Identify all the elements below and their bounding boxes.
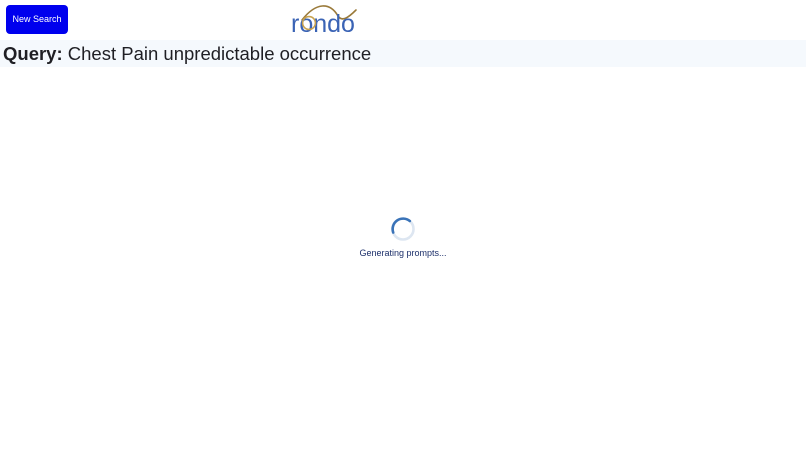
loading-spinner-icon	[390, 216, 416, 242]
query-line: Query: Chest Pain unpredictable occurren…	[3, 42, 371, 65]
new-search-button[interactable]: New Search	[6, 5, 68, 34]
rondo-logo[interactable]: rondo	[290, 4, 360, 38]
logo-text: rondo	[291, 10, 355, 36]
query-bar: Query: Chest Pain unpredictable occurren…	[0, 40, 806, 67]
page: New Search rondo Query: Chest Pain unpre…	[0, 0, 806, 457]
query-text: Chest Pain unpredictable occurrence	[67, 43, 372, 64]
loading-status-text: Generating prompts...	[359, 248, 447, 258]
query-label: Query:	[3, 43, 63, 64]
